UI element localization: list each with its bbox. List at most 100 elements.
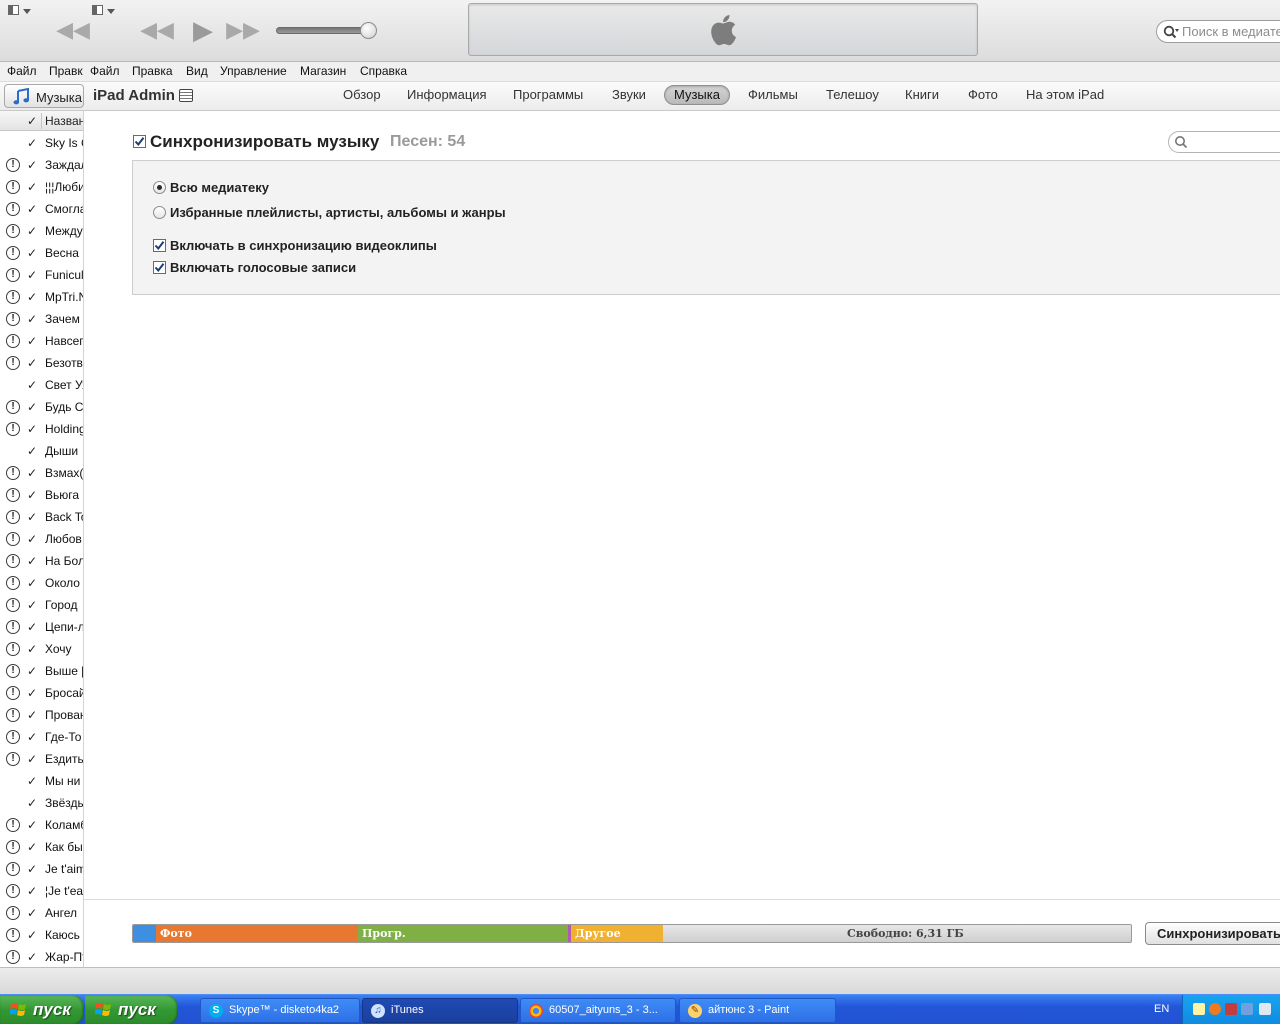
song-checkbox[interactable]: ✓ (27, 620, 37, 634)
task-skype[interactable]: S Skype™ - disketo4ka2 (200, 998, 360, 1023)
song-checkbox[interactable]: ✓ (27, 818, 37, 832)
song-row[interactable]: ! ✓ Back To (0, 506, 83, 528)
start-button-2[interactable]: пуск (85, 995, 178, 1024)
sync-button[interactable]: Синхронизировать (1145, 922, 1280, 945)
start-button[interactable]: пуск (0, 995, 84, 1024)
menu-edit-1[interactable]: Правк (49, 64, 83, 78)
task-chrome[interactable]: ● 60507_aityuns_3 - 3... (520, 998, 676, 1023)
song-row[interactable]: ! ✓ Безотв (0, 352, 83, 374)
song-row[interactable]: ! ✓ Заждал (0, 154, 83, 176)
tab-tones[interactable]: Звуки (603, 85, 655, 105)
song-checkbox[interactable]: ✓ (27, 510, 37, 524)
song-checkbox[interactable]: ✓ (27, 158, 37, 172)
song-row[interactable]: ! ✓ Хочу (0, 638, 83, 660)
song-row[interactable]: ! ✓ Весна (0, 242, 83, 264)
song-row[interactable]: ! ✓ Каюсь (0, 924, 83, 946)
song-checkbox[interactable]: ✓ (27, 202, 37, 216)
tab-books[interactable]: Книги (896, 85, 948, 105)
all-library-label[interactable]: Всю медиатеку (170, 180, 269, 195)
all-library-radio[interactable] (153, 181, 166, 194)
library-button[interactable]: Музыка (4, 84, 84, 108)
song-row[interactable]: ! ✓ На Бол (0, 550, 83, 572)
menu-help[interactable]: Справка (360, 64, 407, 78)
song-checkbox[interactable]: ✓ (27, 246, 37, 260)
filter-search-input[interactable] (1168, 131, 1280, 153)
song-checkbox[interactable]: ✓ (27, 642, 37, 656)
song-row[interactable]: ! ✓ Около (0, 572, 83, 594)
song-row[interactable]: ✓ Дыши (0, 440, 83, 462)
song-checkbox[interactable]: ✓ (27, 400, 37, 414)
tray-chat-icon[interactable] (1193, 1003, 1205, 1015)
tray-browser-icon[interactable] (1209, 1003, 1221, 1015)
song-row[interactable]: ! ✓ Навсег (0, 330, 83, 352)
song-checkbox[interactable]: ✓ (27, 488, 37, 502)
song-checkbox[interactable]: ✓ (27, 796, 37, 810)
include-videos-label[interactable]: Включать в синхронизацию видеоклипы (170, 238, 437, 253)
selected-items-radio[interactable] (153, 206, 166, 219)
tab-info[interactable]: Информация (398, 85, 496, 105)
song-row[interactable]: ! ✓ Прован (0, 704, 83, 726)
song-checkbox[interactable]: ✓ (27, 774, 37, 788)
song-checkbox[interactable]: ✓ (27, 180, 37, 194)
previous-track-icon[interactable]: ◀◀ (140, 16, 174, 44)
header-title[interactable]: Назван (45, 114, 83, 128)
tray-volume-icon[interactable] (1259, 1003, 1271, 1015)
include-videos-checkbox[interactable] (153, 239, 166, 252)
song-row[interactable]: ! ✓ Ангел (0, 902, 83, 924)
tab-overview[interactable]: Обзор (334, 85, 390, 105)
song-checkbox[interactable]: ✓ (27, 840, 37, 854)
song-checkbox[interactable]: ✓ (27, 224, 37, 238)
song-checkbox[interactable]: ✓ (27, 730, 37, 744)
rewind-icon[interactable]: ◀◀ (56, 16, 90, 44)
sidebar-toggle[interactable] (90, 4, 116, 18)
menu-edit[interactable]: Правка (132, 64, 173, 78)
song-row[interactable]: ! ✓ Город (0, 594, 83, 616)
song-checkbox[interactable]: ✓ (27, 334, 37, 348)
song-checkbox[interactable]: ✓ (27, 532, 37, 546)
song-checkbox[interactable]: ✓ (27, 708, 37, 722)
song-checkbox[interactable]: ✓ (27, 950, 37, 964)
song-checkbox[interactable]: ✓ (27, 268, 37, 282)
menu-file[interactable]: Файл (90, 64, 120, 78)
tab-tv-shows[interactable]: Телешоу (817, 85, 888, 105)
song-row[interactable]: ✓ Свет Ух (0, 374, 83, 396)
song-row[interactable]: ! ✓ Бросай (0, 682, 83, 704)
song-checkbox[interactable]: ✓ (27, 422, 37, 436)
song-row[interactable]: ! ✓ ¦¦¦Люби (0, 176, 83, 198)
song-row[interactable]: ! ✓ Жар-Пт (0, 946, 83, 967)
mini-player-toggle[interactable] (6, 4, 32, 18)
fast-forward-icon[interactable]: ▶▶ (226, 16, 260, 44)
song-checkbox[interactable]: ✓ (27, 444, 37, 458)
menu-file-1[interactable]: Файл (7, 64, 37, 78)
task-paint[interactable]: ✎ айтюнс 3 - Paint (679, 998, 836, 1023)
tray-security-icon[interactable] (1225, 1003, 1237, 1015)
song-row[interactable]: ! ✓ Коламб (0, 814, 83, 836)
song-row[interactable]: ! ✓ Je t'aim (0, 858, 83, 880)
song-row[interactable]: ! ✓ Между (0, 220, 83, 242)
song-row[interactable]: ! ✓ Любов (0, 528, 83, 550)
volume-knob[interactable] (360, 22, 377, 39)
song-row[interactable]: ✓ Мы ни (0, 770, 83, 792)
menu-view[interactable]: Вид (186, 64, 208, 78)
song-checkbox[interactable]: ✓ (27, 928, 37, 942)
song-checkbox[interactable]: ✓ (27, 906, 37, 920)
play-icon[interactable]: ▶ (186, 16, 220, 44)
song-row[interactable]: ! ✓ MpTri.N (0, 286, 83, 308)
song-checkbox[interactable]: ✓ (27, 884, 37, 898)
selected-items-label[interactable]: Избранные плейлисты, артисты, альбомы и … (170, 205, 506, 220)
song-checkbox[interactable]: ✓ (27, 576, 37, 590)
song-row[interactable]: ! ✓ Holding (0, 418, 83, 440)
sync-music-checkbox[interactable] (133, 135, 146, 148)
song-checkbox[interactable]: ✓ (27, 862, 37, 876)
song-row[interactable]: ! ✓ Смогла (0, 198, 83, 220)
song-checkbox[interactable]: ✓ (27, 466, 37, 480)
song-row[interactable]: ! ✓ Будь С (0, 396, 83, 418)
song-row[interactable]: ! ✓ Вьюга (0, 484, 83, 506)
song-row[interactable]: ! ✓ Выше [ (0, 660, 83, 682)
song-row[interactable]: ! ✓ Цепи-л (0, 616, 83, 638)
song-row[interactable]: ! ✓ Зачем (0, 308, 83, 330)
song-checkbox[interactable]: ✓ (27, 598, 37, 612)
song-checkbox[interactable]: ✓ (27, 312, 37, 326)
menu-controls[interactable]: Управление (220, 64, 287, 78)
song-list[interactable]: ✓ Назван ✓ Sky Is C! ✓ Заждал! ✓ ¦¦¦Люби! ✓ Смо… (0, 111, 84, 967)
